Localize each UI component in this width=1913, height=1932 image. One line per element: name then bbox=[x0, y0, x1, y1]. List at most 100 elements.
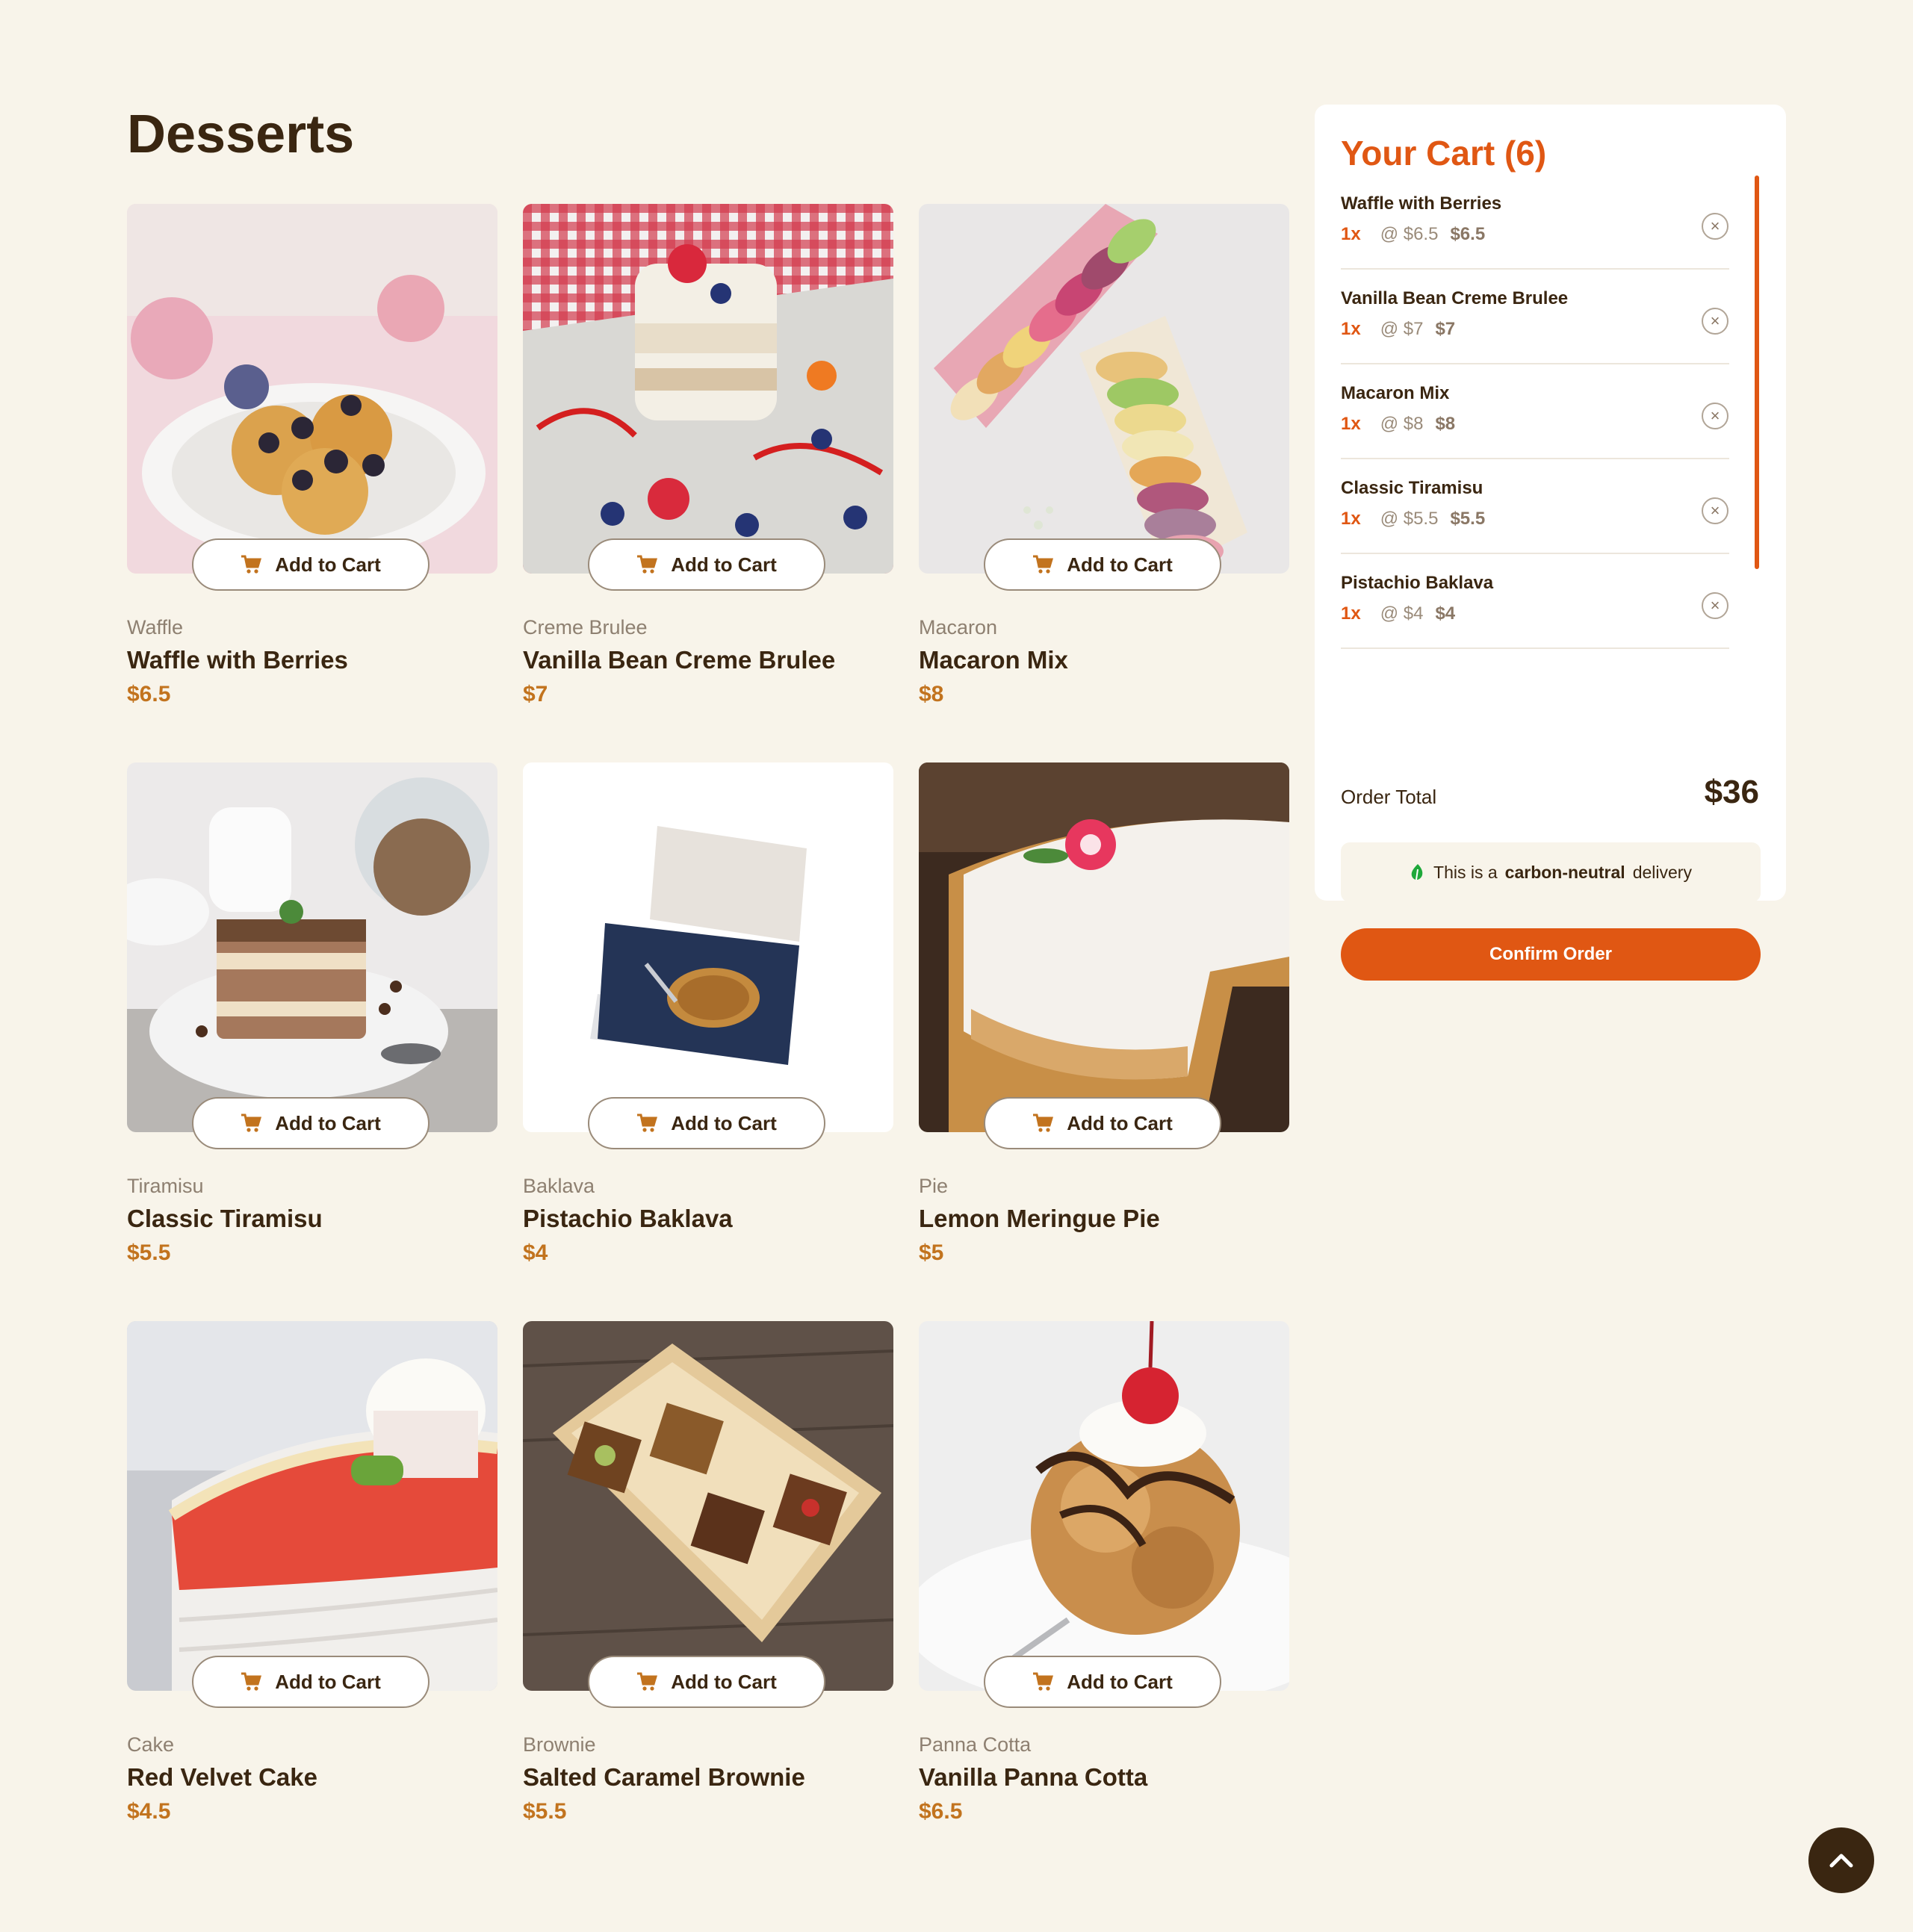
add-to-cart-button[interactable]: Add to Cart bbox=[192, 1097, 430, 1149]
add-to-cart-label: Add to Cart bbox=[275, 1111, 381, 1134]
remove-item-button[interactable]: × bbox=[1702, 592, 1728, 619]
product-image bbox=[523, 204, 893, 574]
product-name: Vanilla Bean Creme Brulee bbox=[523, 646, 836, 674]
product-card: Add to Cart Waffle Waffle with Berries $… bbox=[127, 204, 497, 727]
cart-scrollbar-thumb[interactable] bbox=[1755, 176, 1759, 569]
product-name: Lemon Meringue Pie bbox=[919, 1205, 1160, 1232]
cart-item-name: Vanilla Bean Creme Brulee bbox=[1341, 288, 1569, 308]
order-total-value: $36 bbox=[1704, 774, 1759, 810]
carbon-text-suffix: delivery bbox=[1632, 862, 1692, 882]
back-to-top-button[interactable] bbox=[1808, 1827, 1874, 1893]
cart-item-name: Pistachio Baklava bbox=[1341, 573, 1494, 593]
add-to-cart-label: Add to Cart bbox=[671, 1670, 777, 1693]
product-category: Creme Brulee bbox=[523, 616, 648, 639]
cart-item-unit-price: @ $5.5 bbox=[1380, 509, 1439, 529]
product-category: Panna Cotta bbox=[919, 1733, 1032, 1756]
product-card: Add to Cart Creme Brulee Vanilla Bean Cr… bbox=[523, 204, 893, 727]
product-image bbox=[919, 1321, 1289, 1691]
product-image bbox=[127, 1321, 497, 1691]
remove-item-button[interactable]: × bbox=[1702, 213, 1728, 240]
cart-item-meta: 1x @ $6.5 $6.5 bbox=[1341, 224, 1485, 245]
cart-item-list[interactable]: Waffle with Berries 1x @ $6.5 $6.5 × Vanil… bbox=[1341, 176, 1743, 751]
cart-item: Classic Tiramisu 1x @ $5.5 $5.5 × bbox=[1341, 460, 1729, 554]
cart-icon bbox=[1033, 1113, 1054, 1132]
product-price: $4 bbox=[523, 1240, 548, 1265]
cart-item: Waffle with Berries 1x @ $6.5 $6.5 × bbox=[1341, 176, 1729, 270]
cart-item-quantity: 1x bbox=[1341, 603, 1361, 624]
cart-icon bbox=[1033, 555, 1054, 574]
product-name: Macaron Mix bbox=[919, 646, 1068, 674]
cart-item-meta: 1x @ $4 $4 bbox=[1341, 603, 1455, 624]
cart-icon bbox=[1033, 1672, 1054, 1691]
product-image bbox=[523, 1321, 893, 1691]
product-category: Tiramisu bbox=[127, 1175, 204, 1197]
product-name: Waffle with Berries bbox=[127, 646, 348, 674]
order-total-label: Order Total bbox=[1341, 786, 1437, 808]
cart-item-meta: 1x @ $8 $8 bbox=[1341, 414, 1455, 435]
product-category: Macaron bbox=[919, 616, 998, 639]
cart-panel: Your Cart (6) Waffle with Berries 1x @ $6… bbox=[1315, 105, 1786, 981]
close-circle-icon: × bbox=[1710, 501, 1720, 520]
product-category: Baklava bbox=[523, 1175, 595, 1197]
cart-item-meta: 1x @ $5.5 $5.5 bbox=[1341, 509, 1485, 529]
cart-icon bbox=[241, 1672, 262, 1691]
page-title: Desserts bbox=[127, 105, 355, 164]
add-to-cart-button[interactable]: Add to Cart bbox=[588, 1656, 825, 1708]
remove-item-button[interactable]: × bbox=[1702, 403, 1728, 429]
product-price: $8 bbox=[919, 682, 944, 706]
product-category: Brownie bbox=[523, 1733, 596, 1756]
close-circle-icon: × bbox=[1710, 596, 1720, 615]
product-category: Waffle bbox=[127, 616, 184, 639]
cart-item: Macaron Mix 1x @ $8 $8 × bbox=[1341, 365, 1729, 459]
product-price: $4.5 bbox=[127, 1799, 171, 1824]
cart-item-subtotal: $5.5 bbox=[1450, 509, 1486, 529]
add-to-cart-button[interactable]: Add to Cart bbox=[588, 538, 825, 591]
cart-icon bbox=[241, 1113, 262, 1132]
product-card: Add to Cart Brownie Salted Caramel Brown… bbox=[523, 1321, 893, 1844]
cart-item-unit-price: @ $7 bbox=[1380, 319, 1424, 339]
chevron-up-icon bbox=[1829, 1854, 1853, 1868]
cart-item-subtotal: $8 bbox=[1435, 414, 1456, 434]
cart-icon bbox=[637, 555, 658, 574]
cart-item-subtotal: $7 bbox=[1435, 319, 1456, 339]
add-to-cart-label: Add to Cart bbox=[671, 1111, 777, 1134]
add-to-cart-button[interactable]: Add to Cart bbox=[588, 1097, 825, 1149]
product-name: Red Velvet Cake bbox=[127, 1763, 317, 1791]
close-circle-icon: × bbox=[1710, 311, 1720, 330]
product-price: $7 bbox=[523, 682, 548, 706]
product-card: Add to Cart Pie Lemon Meringue Pie $5 bbox=[919, 762, 1289, 1285]
product-price: $5.5 bbox=[127, 1240, 171, 1265]
product-image bbox=[127, 204, 497, 574]
product-price: $6.5 bbox=[127, 682, 171, 706]
product-name: Classic Tiramisu bbox=[127, 1205, 323, 1232]
product-card: Add to Cart Cake Red Velvet Cake $4.5 bbox=[127, 1321, 497, 1844]
add-to-cart-label: Add to Cart bbox=[671, 553, 777, 576]
add-to-cart-button[interactable]: Add to Cart bbox=[192, 1656, 430, 1708]
add-to-cart-button[interactable]: Add to Cart bbox=[984, 1656, 1221, 1708]
product-image bbox=[919, 762, 1289, 1132]
cart-item: Pistachio Baklava 1x @ $4 $4 × bbox=[1341, 555, 1729, 649]
cart-title: Your Cart (6) bbox=[1341, 134, 1547, 173]
confirm-order-button[interactable]: Confirm Order bbox=[1341, 928, 1761, 981]
add-to-cart-label: Add to Cart bbox=[1067, 1670, 1173, 1693]
cart-item-quantity: 1x bbox=[1341, 509, 1361, 529]
add-to-cart-button[interactable]: Add to Cart bbox=[984, 1097, 1221, 1149]
product-card: Add to Cart Macaron Macaron Mix $8 bbox=[919, 204, 1289, 727]
product-card: Add to Cart Tiramisu Classic Tiramisu $5… bbox=[127, 762, 497, 1285]
add-to-cart-button[interactable]: Add to Cart bbox=[984, 538, 1221, 591]
cart-item-name: Macaron Mix bbox=[1341, 383, 1450, 403]
cart-item-name: Waffle with Berries bbox=[1341, 193, 1502, 214]
add-to-cart-button[interactable]: Add to Cart bbox=[192, 538, 430, 591]
product-grid: Add to Cart Waffle Waffle with Berries $… bbox=[127, 204, 1289, 1847]
carbon-text-prefix: This is a bbox=[1433, 862, 1498, 882]
product-price: $5.5 bbox=[523, 1799, 567, 1824]
remove-item-button[interactable]: × bbox=[1702, 497, 1728, 524]
add-to-cart-label: Add to Cart bbox=[275, 1670, 381, 1693]
cart-item: Vanilla Bean Creme Brulee 1x @ $7 $7 × bbox=[1341, 270, 1729, 364]
add-to-cart-label: Add to Cart bbox=[275, 553, 381, 576]
product-image bbox=[919, 204, 1289, 574]
remove-item-button[interactable]: × bbox=[1702, 308, 1728, 335]
cart-item-quantity: 1x bbox=[1341, 414, 1361, 434]
product-image bbox=[127, 762, 497, 1132]
cart-item-meta: 1x @ $7 $7 bbox=[1341, 319, 1455, 340]
